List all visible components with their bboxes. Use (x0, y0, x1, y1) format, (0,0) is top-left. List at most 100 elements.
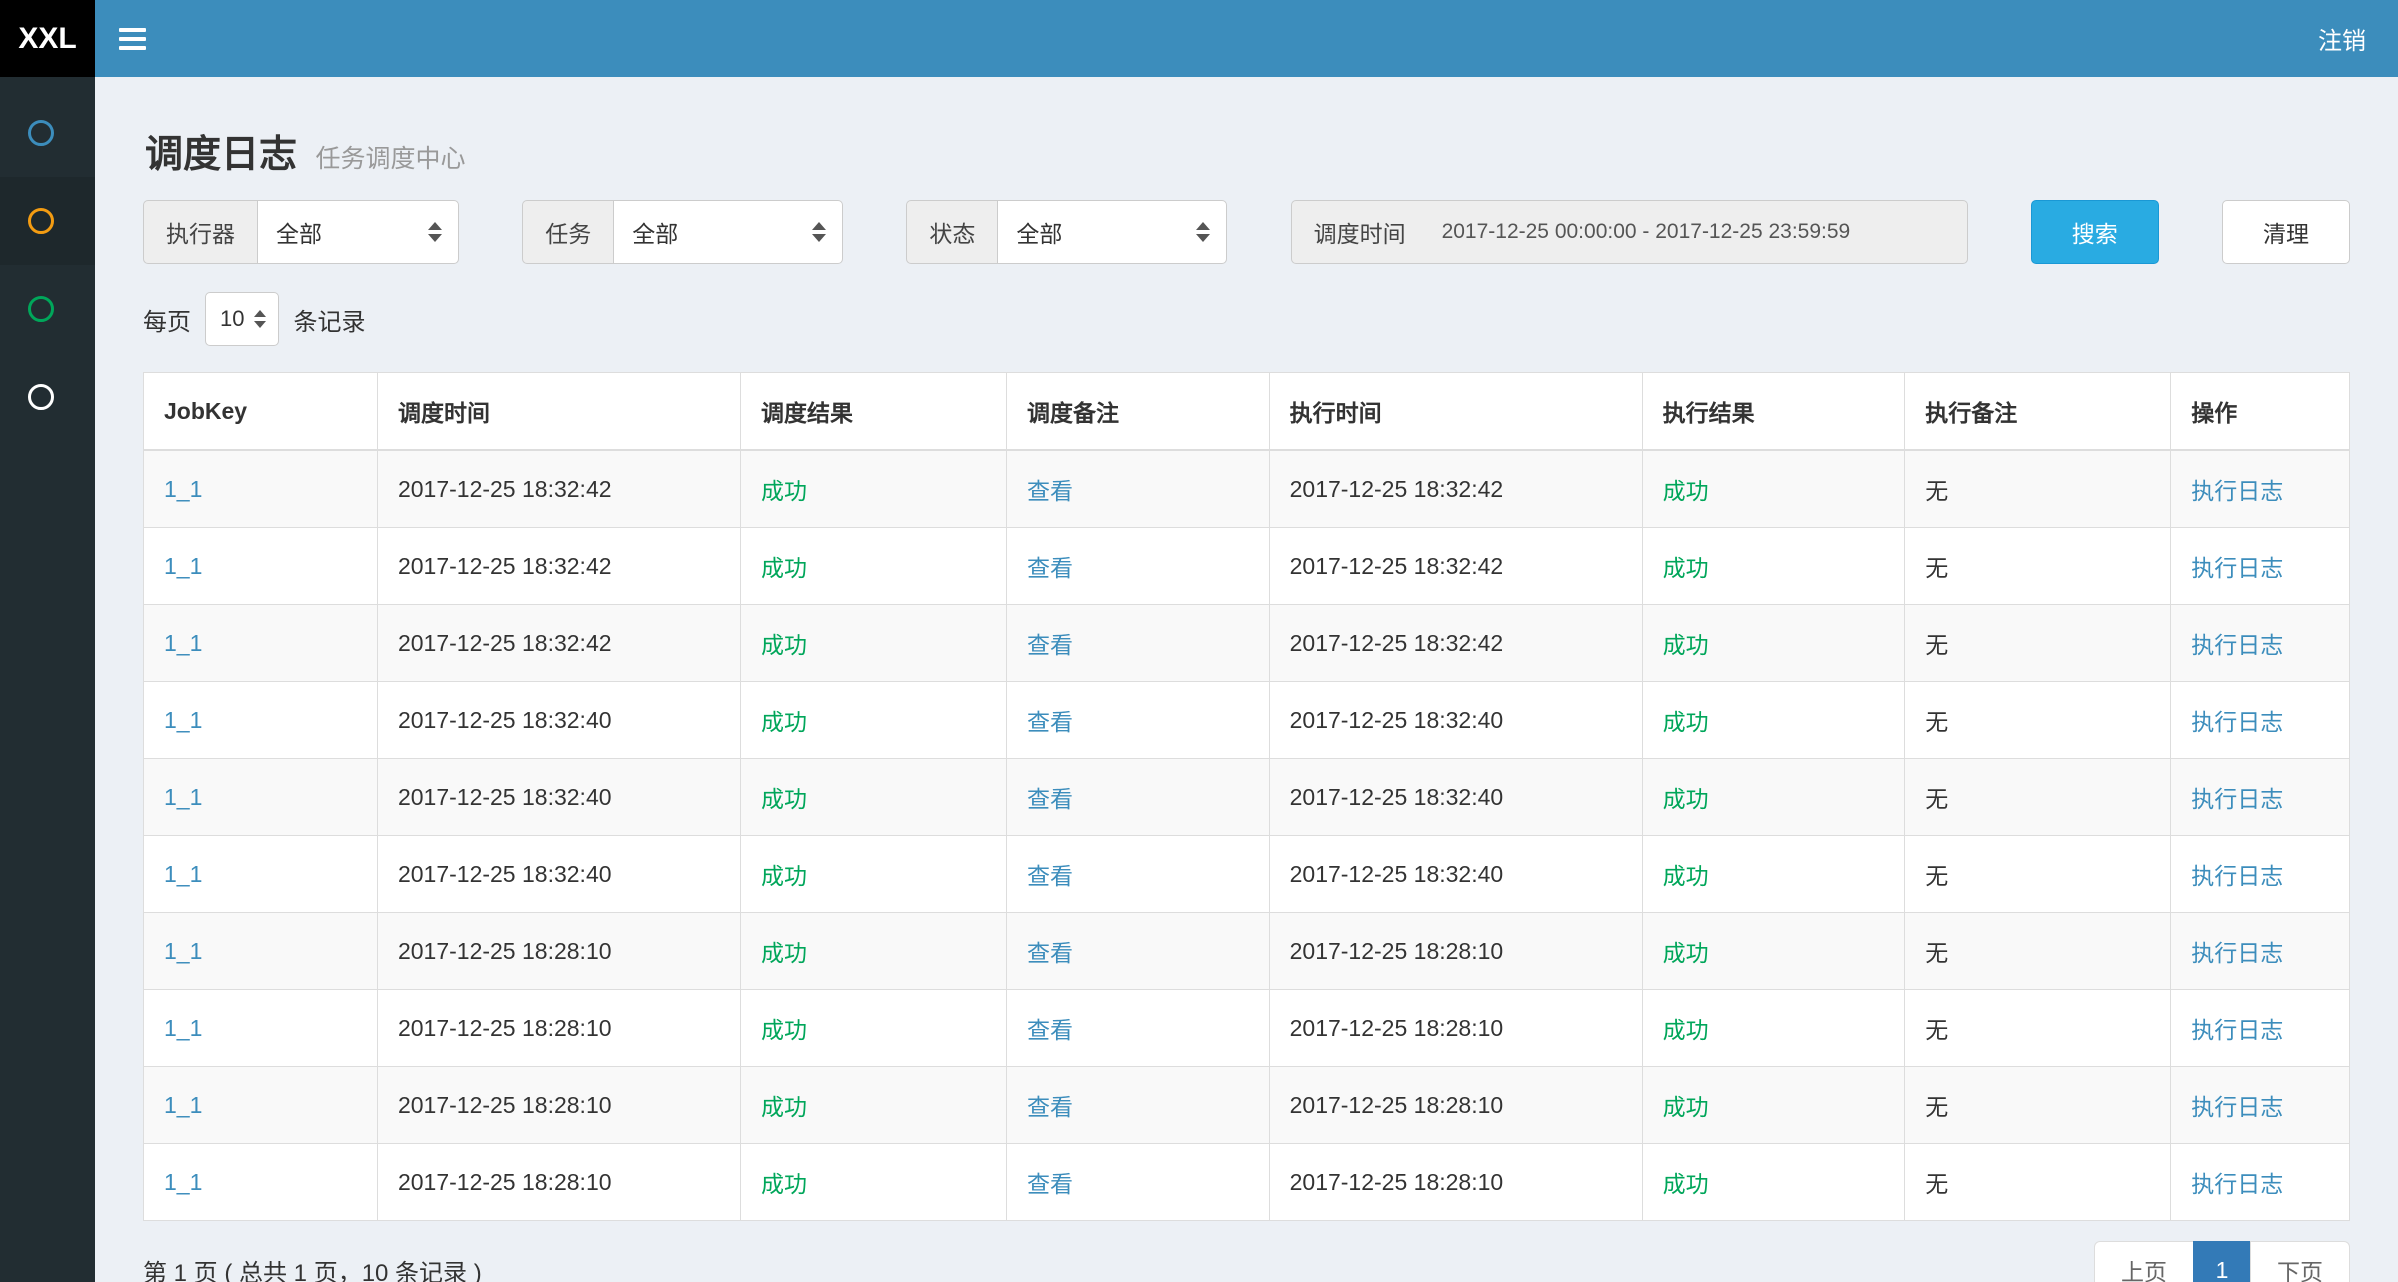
table-row: 1_12017-12-25 18:32:42成功查看2017-12-25 18:… (144, 528, 2350, 605)
jobkey-link[interactable]: 1_1 (164, 938, 202, 964)
exec-remark-cell: 无 (1905, 1144, 2171, 1221)
sidebar-item-2[interactable] (0, 177, 95, 265)
exec-time-cell: 2017-12-25 18:28:10 (1269, 1144, 1642, 1221)
exec-remark-cell: 无 (1905, 528, 2171, 605)
logout-link[interactable]: 注销 (2286, 0, 2398, 77)
page-size-select[interactable]: 10 (205, 292, 279, 346)
sidebar-item-1[interactable] (0, 89, 95, 177)
jobkey-link[interactable]: 1_1 (164, 630, 202, 656)
job-select-value: 全部 (632, 215, 678, 249)
jobkey-link[interactable]: 1_1 (164, 784, 202, 810)
status-select-value: 全部 (1016, 215, 1062, 249)
sidebar-item-4[interactable] (0, 353, 95, 441)
exec-time-cell: 2017-12-25 18:32:42 (1269, 528, 1642, 605)
executor-select-value: 全部 (276, 215, 322, 249)
view-remark-link-cell: 查看 (1006, 836, 1269, 913)
jobkey-link[interactable]: 1_1 (164, 861, 202, 887)
table-row: 1_12017-12-25 18:32:40成功查看2017-12-25 18:… (144, 836, 2350, 913)
sched-result-cell: 成功 (741, 528, 1007, 605)
exec-result-cell: 成功 (1642, 1067, 1905, 1144)
circle-icon (28, 208, 54, 234)
view-remark-link-cell: 查看 (1006, 605, 1269, 682)
table-footer: 第 1 页 ( 总共 1 页，10 条记录 ) 上页 1 下页 (143, 1241, 2350, 1282)
view-remark-link-cell: 查看 (1006, 682, 1269, 759)
jobkey-link-cell: 1_1 (144, 682, 378, 759)
exec-log-link-cell: 执行日志 (2171, 990, 2350, 1067)
exec-log-link[interactable]: 执行日志 (2191, 786, 2283, 812)
page-header: 调度日志 任务调度中心 (145, 123, 2350, 178)
sidebar-item-3[interactable] (0, 265, 95, 353)
current-page-button[interactable]: 1 (2193, 1241, 2251, 1282)
exec-log-link[interactable]: 执行日志 (2191, 863, 2283, 889)
exec-log-link[interactable]: 执行日志 (2191, 1017, 2283, 1043)
view-remark-link[interactable]: 查看 (1027, 632, 1073, 658)
view-remark-link[interactable]: 查看 (1027, 709, 1073, 735)
sidebar-toggle-button[interactable] (95, 0, 169, 77)
view-remark-link[interactable]: 查看 (1027, 940, 1073, 966)
prev-page-button[interactable]: 上页 (2094, 1241, 2194, 1282)
sched-time-cell: 2017-12-25 18:32:42 (377, 528, 740, 605)
exec-log-link[interactable]: 执行日志 (2191, 555, 2283, 581)
view-remark-link[interactable]: 查看 (1027, 863, 1073, 889)
jobkey-link[interactable]: 1_1 (164, 553, 202, 579)
table-row: 1_12017-12-25 18:32:40成功查看2017-12-25 18:… (144, 682, 2350, 759)
jobkey-link-cell: 1_1 (144, 913, 378, 990)
table-row: 1_12017-12-25 18:28:10成功查看2017-12-25 18:… (144, 1144, 2350, 1221)
exec-time-cell: 2017-12-25 18:32:42 (1269, 605, 1642, 682)
jobkey-link[interactable]: 1_1 (164, 1169, 202, 1195)
exec-time-cell: 2017-12-25 18:32:40 (1269, 836, 1642, 913)
page-summary: 第 1 页 ( 总共 1 页，10 条记录 ) (143, 1253, 482, 1282)
clear-button[interactable]: 清理 (2222, 200, 2350, 264)
exec-result-cell: 成功 (1642, 759, 1905, 836)
next-page-button[interactable]: 下页 (2250, 1241, 2350, 1282)
executor-filter-label: 执行器 (143, 200, 257, 264)
view-remark-link-cell: 查看 (1006, 990, 1269, 1067)
log-table-body: 1_12017-12-25 18:32:42成功查看2017-12-25 18:… (144, 450, 2350, 1221)
view-remark-link[interactable]: 查看 (1027, 478, 1073, 504)
chevron-updown-icon (1196, 222, 1210, 242)
sched-result-cell: 成功 (741, 836, 1007, 913)
exec-log-link[interactable]: 执行日志 (2191, 632, 2283, 658)
exec-log-link-cell: 执行日志 (2171, 450, 2350, 528)
app-logo: XXL (0, 0, 95, 77)
exec-log-link-cell: 执行日志 (2171, 682, 2350, 759)
exec-remark-cell: 无 (1905, 682, 2171, 759)
search-button[interactable]: 搜索 (2031, 200, 2159, 264)
view-remark-link[interactable]: 查看 (1027, 786, 1073, 812)
view-remark-link[interactable]: 查看 (1027, 1094, 1073, 1120)
view-remark-link[interactable]: 查看 (1027, 1171, 1073, 1197)
view-remark-link[interactable]: 查看 (1027, 1017, 1073, 1043)
exec-result-cell: 成功 (1642, 682, 1905, 759)
exec-log-link-cell: 执行日志 (2171, 913, 2350, 990)
page-size-label-after: 条记录 (293, 302, 365, 337)
column-header-7: 操作 (2171, 373, 2350, 451)
sched-time-cell: 2017-12-25 18:32:40 (377, 759, 740, 836)
jobkey-link[interactable]: 1_1 (164, 707, 202, 733)
sched-time-cell: 2017-12-25 18:32:42 (377, 450, 740, 528)
exec-time-cell: 2017-12-25 18:28:10 (1269, 990, 1642, 1067)
exec-log-link-cell: 执行日志 (2171, 759, 2350, 836)
exec-log-link[interactable]: 执行日志 (2191, 1094, 2283, 1120)
time-range-input[interactable] (1428, 200, 1968, 264)
status-select[interactable]: 全部 (997, 200, 1227, 264)
job-select[interactable]: 全部 (613, 200, 843, 264)
pagination: 上页 1 下页 (2094, 1241, 2350, 1282)
jobkey-link-cell: 1_1 (144, 990, 378, 1067)
jobkey-link[interactable]: 1_1 (164, 476, 202, 502)
sched-time-cell: 2017-12-25 18:32:40 (377, 836, 740, 913)
exec-log-link[interactable]: 执行日志 (2191, 940, 2283, 966)
exec-log-link[interactable]: 执行日志 (2191, 1171, 2283, 1197)
jobkey-link-cell: 1_1 (144, 836, 378, 913)
jobkey-link[interactable]: 1_1 (164, 1015, 202, 1041)
exec-log-link[interactable]: 执行日志 (2191, 709, 2283, 735)
sched-result-cell: 成功 (741, 990, 1007, 1067)
executor-select[interactable]: 全部 (257, 200, 459, 264)
chevron-updown-icon (812, 222, 826, 242)
exec-remark-cell: 无 (1905, 605, 2171, 682)
page-size-value: 10 (220, 306, 244, 332)
exec-log-link[interactable]: 执行日志 (2191, 478, 2283, 504)
sched-time-cell: 2017-12-25 18:32:42 (377, 605, 740, 682)
time-range-filter: 调度时间 (1291, 200, 1968, 264)
jobkey-link[interactable]: 1_1 (164, 1092, 202, 1118)
view-remark-link[interactable]: 查看 (1027, 555, 1073, 581)
